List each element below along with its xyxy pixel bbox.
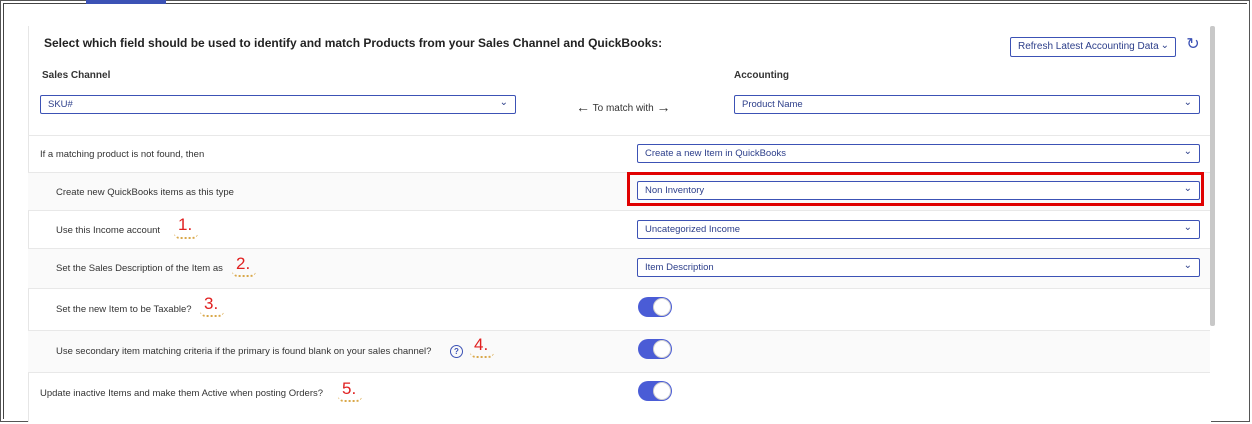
refresh-icon[interactable]: ↻ [1184, 36, 1202, 54]
toggle-knob [653, 340, 671, 358]
accounting-value: Product Name [742, 99, 803, 110]
arrow-right-icon: → [656, 99, 671, 115]
annotation-1-underline [174, 231, 198, 239]
toggle-knob [653, 382, 671, 400]
sales-channel-value: SKU# [48, 99, 73, 110]
row-label-taxable: Set the new Item to be Taxable? [56, 304, 192, 315]
annotation-3-underline [200, 309, 224, 317]
sales-channel-label: Sales Channel [42, 70, 111, 81]
refresh-select-label: Refresh Latest Accounting Data [1018, 41, 1159, 52]
chevron-down-icon: ⌄ [499, 97, 508, 108]
chevron-down-icon: ⌄ [1160, 40, 1169, 51]
annotation-5-underline [338, 394, 362, 402]
row-label-item-type: Create new QuickBooks items as this type [56, 187, 234, 198]
annotation-4-underline [470, 350, 494, 358]
row-label-secondary-matching: Use secondary item matching criteria if … [56, 346, 432, 357]
update-inactive-toggle[interactable] [638, 381, 672, 401]
annotation-2-underline [232, 269, 256, 277]
row-label-income-account: Use this Income account [56, 225, 161, 236]
toggle-knob [653, 298, 671, 316]
highlight-box [627, 172, 1204, 206]
income-account-select[interactable]: Uncategorized Income ⌄ [637, 220, 1200, 239]
accounting-select[interactable]: Product Name ⌄ [734, 95, 1200, 114]
chevron-down-icon: ⌄ [1183, 222, 1192, 233]
secondary-matching-toggle[interactable] [638, 339, 672, 359]
row-label-sales-description: Set the Sales Description of the Item as [56, 263, 223, 274]
income-account-value: Uncategorized Income [645, 224, 741, 235]
vertical-scrollbar[interactable] [1210, 26, 1215, 326]
accounting-label: Accounting [734, 70, 789, 81]
match-indicator: ← To match with → [576, 99, 671, 115]
sales-description-value: Item Description [645, 262, 714, 273]
row-label-not-found: If a matching product is not found, then [40, 149, 205, 160]
sales-description-select[interactable]: Item Description ⌄ [637, 258, 1200, 277]
chevron-down-icon: ⌄ [1183, 146, 1192, 157]
active-tab-indicator [86, 0, 166, 4]
match-text: To match with [592, 103, 654, 114]
refresh-accounting-data-select[interactable]: Refresh Latest Accounting Data ⌄ [1010, 37, 1176, 57]
chevron-down-icon: ⌄ [1183, 97, 1192, 108]
sales-channel-select[interactable]: SKU# ⌄ [40, 95, 516, 114]
row-label-update-inactive: Update inactive Items and make them Acti… [40, 388, 324, 399]
page-heading: Select which field should be used to ide… [44, 36, 663, 50]
taxable-toggle[interactable] [638, 297, 672, 317]
help-icon[interactable]: ? [450, 345, 463, 358]
chevron-down-icon: ⌄ [1183, 260, 1192, 271]
not-found-action-value: Create a new Item in QuickBooks [645, 148, 786, 159]
not-found-action-select[interactable]: Create a new Item in QuickBooks ⌄ [637, 144, 1200, 163]
arrow-left-icon: ← [576, 99, 590, 115]
